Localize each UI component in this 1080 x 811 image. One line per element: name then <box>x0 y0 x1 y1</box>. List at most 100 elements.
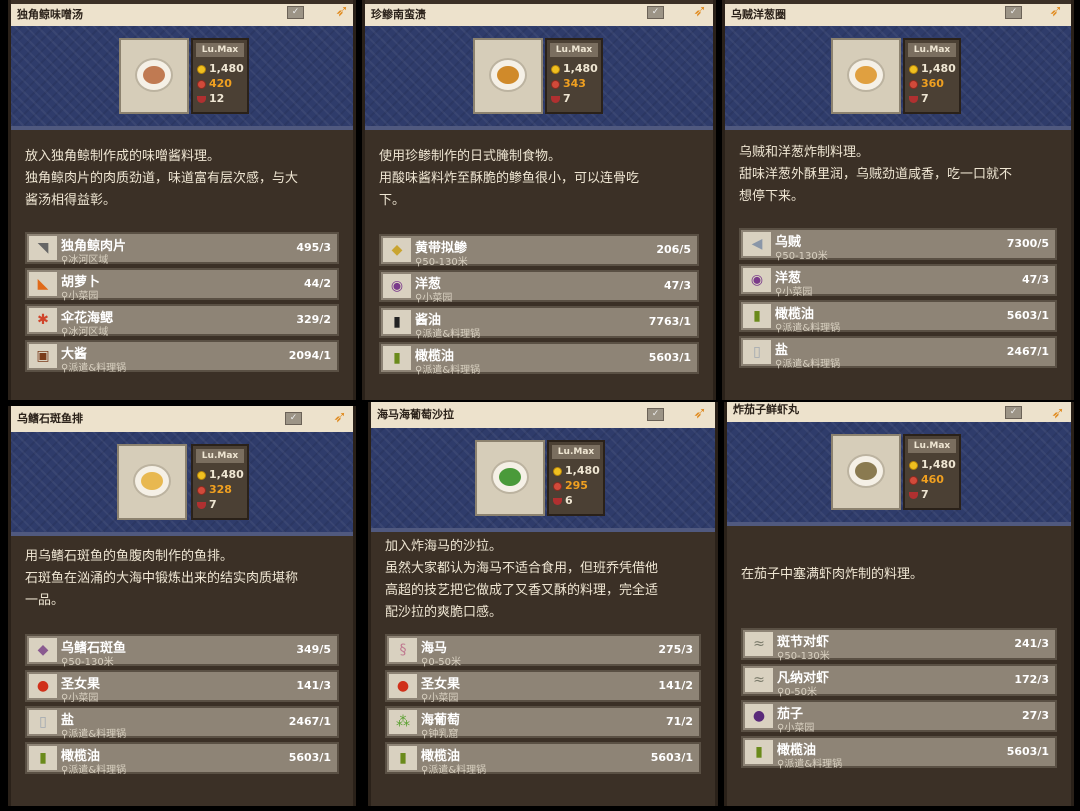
ingredient-count: 2467/1 <box>1006 345 1049 358</box>
fish-meat-icon: ◥ <box>29 236 57 260</box>
dish-stats: Lu.Max 1,480 420 12 <box>191 38 249 114</box>
ingredient-location: ⚲派遣&料理锅 <box>415 365 481 376</box>
seahorse-icon: § <box>389 638 417 662</box>
ingredient-location: ⚲派遣&料理锅 <box>777 759 843 770</box>
dish-image <box>117 444 187 520</box>
onion-icon: ◉ <box>383 274 411 298</box>
dish-banner: Lu.Max 1,480 420 12 <box>11 26 353 130</box>
pin-icon[interactable]: ➶ <box>691 404 709 422</box>
desc-line: 想停下来。 <box>739 189 805 204</box>
recipe-card-4: 乌鳍石斑鱼排 ✓ ➶ Lu.Max 1,480 328 7 用乌鳍石斑鱼的鱼腹肉… <box>8 406 356 806</box>
taste-icon <box>551 79 560 89</box>
taste-icon <box>197 485 206 495</box>
ingredient-row[interactable]: ≈ 凡纳对虾 ⚲0-50米 172/3 <box>741 664 1057 698</box>
ingredient-count: 47/3 <box>664 279 691 292</box>
pin-icon[interactable]: ➶ <box>333 2 351 20</box>
desc-line: 虽然大家都认为海马不适合食用，但班乔凭借他 <box>385 561 659 576</box>
ingredient-list: ◀ 乌贼 ⚲50-130米 7300/5 ◉ 洋葱 ⚲小菜园 47/3 ▮ 橄榄… <box>739 228 1057 372</box>
desc-line: 配沙拉的爽脆口感。 <box>385 605 503 620</box>
ingredient-row[interactable]: ▯ 盐 ⚲派遣&料理锅 2467/1 <box>25 706 339 740</box>
ingredient-row[interactable]: ● 圣女果 ⚲小菜园 141/2 <box>385 670 701 704</box>
level-label: Lu.Max <box>552 445 600 459</box>
bowl-icon <box>197 501 206 509</box>
tomato-icon: ● <box>389 674 417 698</box>
ingredient-location: ⚲0-50米 <box>421 657 462 668</box>
pin-icon[interactable]: ➶ <box>691 2 709 20</box>
ingredient-location: ⚲派遣&料理锅 <box>415 329 481 340</box>
ingredient-location: ⚲派遣&料理锅 <box>61 363 127 374</box>
checkbox-icon[interactable]: ✓ <box>287 6 304 19</box>
checkbox-icon[interactable]: ✓ <box>285 412 302 425</box>
taste-icon <box>553 481 562 491</box>
dish-banner: Lu.Max 1,480 360 7 <box>725 26 1071 130</box>
ingredient-row[interactable]: ▮ 橄榄油 ⚲派遣&料理锅 5603/1 <box>385 742 701 776</box>
desc-line: 一品。 <box>25 593 65 608</box>
bowl-icon <box>909 491 918 499</box>
ingredient-row[interactable]: ◉ 洋葱 ⚲小菜园 47/3 <box>379 270 699 304</box>
recipe-description: 用乌鳍石斑鱼的鱼腹肉制作的鱼排。 石斑鱼在汹涌的大海中锻炼出来的结实肉质堪称 一… <box>25 546 339 612</box>
level-label: Lu.Max <box>908 43 956 57</box>
desc-line: 放入独角鲸制作成的味噌酱料理。 <box>25 149 221 164</box>
olive-oil-icon: ▮ <box>745 740 773 764</box>
ingredient-row[interactable]: § 海马 ⚲0-50米 275/3 <box>385 634 701 668</box>
ingredient-row[interactable]: ◆ 黄带拟鲹 ⚲50-130米 206/5 <box>379 234 699 268</box>
ingredient-row[interactable]: ◆ 乌鳍石斑鱼 ⚲50-130米 349/5 <box>25 634 339 668</box>
ingredient-row[interactable]: ◉ 洋葱 ⚲小菜园 47/3 <box>739 264 1057 298</box>
ingredient-list: ◆ 乌鳍石斑鱼 ⚲50-130米 349/5 ● 圣女果 ⚲小菜园 141/3 … <box>25 634 339 778</box>
ingredient-count: 2094/1 <box>288 349 331 362</box>
pin-icon[interactable]: ➶ <box>1047 2 1065 20</box>
ingredient-row[interactable]: ● 茄子 ⚲小菜园 27/3 <box>741 700 1057 734</box>
plate-icon <box>133 464 171 498</box>
ingredient-row[interactable]: ▮ 酱油 ⚲派遣&料理锅 7763/1 <box>379 306 699 340</box>
desc-line: 独角鲸肉片的肉质劲道，味道富有层次感，与大 <box>25 171 299 186</box>
dish-image <box>119 38 189 114</box>
ingredient-row[interactable]: ▮ 橄榄油 ⚲派遣&料理锅 5603/1 <box>739 300 1057 334</box>
desc-line: 乌贼和洋葱炸制料理。 <box>739 145 870 160</box>
coral-icon: ✱ <box>29 308 57 332</box>
tomato-icon: ● <box>29 674 57 698</box>
ingredient-row[interactable]: ▣ 大酱 ⚲派遣&料理锅 2094/1 <box>25 340 339 374</box>
ingredient-count: 141/3 <box>296 679 331 692</box>
pin-icon[interactable]: ➶ <box>331 408 349 426</box>
jar-icon: ▣ <box>29 344 57 368</box>
checkbox-icon[interactable]: ✓ <box>647 6 664 19</box>
ingredient-row[interactable]: ◣ 胡萝卜 ⚲小菜园 44/2 <box>25 268 339 302</box>
plate-icon <box>489 58 527 92</box>
recipe-description: 放入独角鲸制作成的味噌酱料理。 独角鲸肉片的肉质劲道，味道富有层次感，与大 酱汤… <box>25 146 339 212</box>
ingredient-row[interactable]: ▮ 橄榄油 ⚲派遣&料理锅 5603/1 <box>741 736 1057 770</box>
checkbox-icon[interactable]: ✓ <box>1005 6 1022 19</box>
dish-banner: Lu.Max 1,480 343 7 <box>365 26 713 130</box>
ingredient-row[interactable]: ◀ 乌贼 ⚲50-130米 7300/5 <box>739 228 1057 262</box>
checkbox-icon[interactable]: ✓ <box>647 408 664 421</box>
pin-icon[interactable]: ➶ <box>1049 404 1067 422</box>
ingredient-row[interactable]: ✱ 伞花海鳃 ⚲冰河区域 329/2 <box>25 304 339 338</box>
ingredient-location: ⚲50-130米 <box>61 657 114 668</box>
shrimp-icon: ≈ <box>745 632 773 656</box>
ingredient-location: ⚲0-50米 <box>777 687 818 698</box>
checkbox-icon[interactable]: ✓ <box>1005 406 1022 419</box>
ingredient-row[interactable]: ⁂ 海葡萄 ⚲钟乳窟 71/2 <box>385 706 701 740</box>
bowls-value: 7 <box>209 498 217 511</box>
dish-banner: Lu.Max 1,480 460 7 <box>727 422 1071 526</box>
ingredient-count: 275/3 <box>658 643 693 656</box>
dish-image <box>831 434 901 510</box>
ingredient-row[interactable]: ● 圣女果 ⚲小菜园 141/3 <box>25 670 339 704</box>
ingredient-row[interactable]: ▯ 盐 ⚲派遣&料理锅 2467/1 <box>739 336 1057 370</box>
ingredient-row[interactable]: ▮ 橄榄油 ⚲派遣&料理锅 5603/1 <box>379 342 699 376</box>
taste-icon <box>197 79 206 89</box>
bowl-icon <box>553 497 562 505</box>
desc-line: 加入炸海马的沙拉。 <box>385 539 503 554</box>
ingredient-row[interactable]: ◥ 独角鲸肉片 ⚲冰河区域 495/3 <box>25 232 339 266</box>
ingredient-row[interactable]: ▮ 橄榄油 ⚲派遣&料理锅 5603/1 <box>25 742 339 776</box>
ingredient-location: ⚲小菜园 <box>777 723 815 734</box>
ingredient-count: 27/3 <box>1022 709 1049 722</box>
ingredient-row[interactable]: ≈ 斑节对虾 ⚲50-130米 241/3 <box>741 628 1057 662</box>
ingredient-location: ⚲50-130米 <box>415 257 468 268</box>
dish-stats: Lu.Max 1,480 328 7 <box>191 444 249 520</box>
salt-icon: ▯ <box>29 710 57 734</box>
ingredient-count: 47/3 <box>1022 273 1049 286</box>
desc-line: 在茄子中塞满虾肉炸制的料理。 <box>741 567 924 582</box>
ingredient-count: 2467/1 <box>288 715 331 728</box>
dish-image <box>831 38 901 114</box>
desc-line: 高超的技艺把它做成了又香又酥的料理，完全适 <box>385 583 659 598</box>
